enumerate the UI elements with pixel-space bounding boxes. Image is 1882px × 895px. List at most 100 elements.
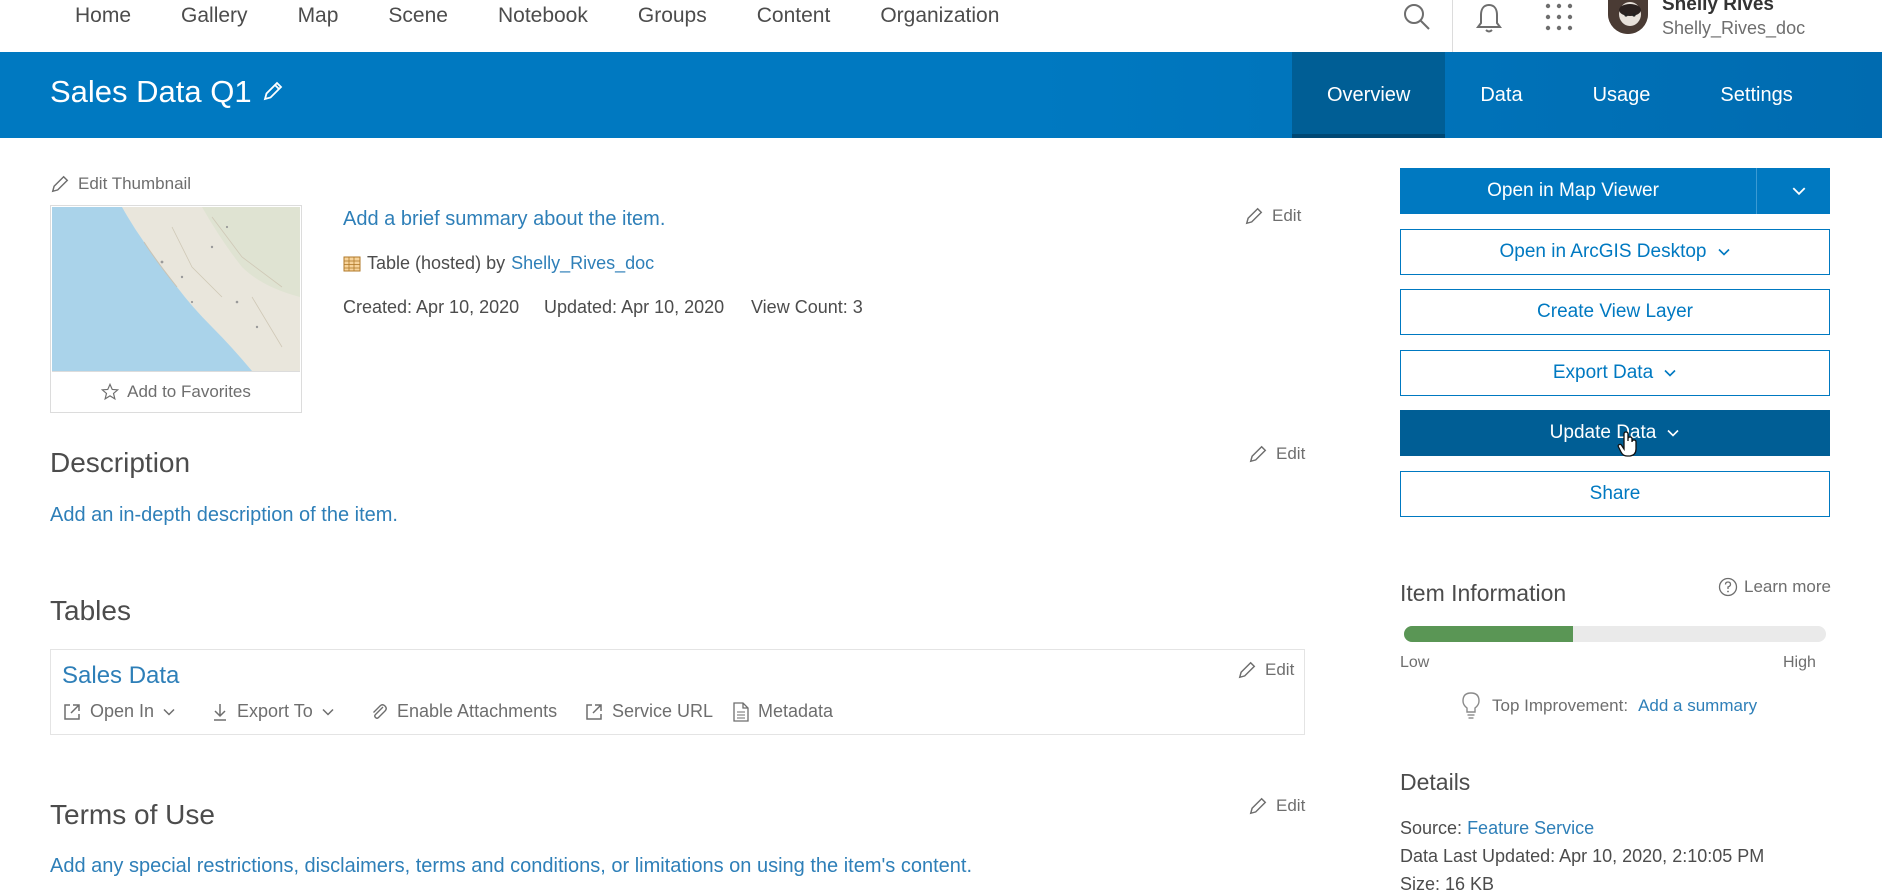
add-summary-link[interactable]: Add a summary — [1638, 696, 1757, 716]
edit-thumbnail-button[interactable]: Edit Thumbnail — [50, 174, 191, 194]
edit-thumbnail-label: Edit Thumbnail — [78, 174, 192, 193]
chevron-down-icon — [1717, 248, 1730, 256]
nav-scene[interactable]: Scene — [388, 0, 448, 34]
open-arcgis-desktop-label: Open in ArcGIS Desktop — [1499, 241, 1707, 262]
metadata-label: Metadata — [758, 701, 834, 721]
item-info-meter — [1404, 626, 1826, 642]
terms-link[interactable]: Add any special restrictions, disclaimer… — [50, 855, 972, 878]
nav-organization[interactable]: Organization — [880, 0, 999, 34]
source-link[interactable]: Feature Service — [1467, 818, 1594, 838]
app-launcher-icon[interactable] — [1544, 2, 1574, 37]
table-icon — [343, 256, 361, 271]
nav-groups[interactable]: Groups — [638, 0, 707, 34]
service-url-button[interactable]: Service URL — [584, 701, 713, 722]
edit-description-button[interactable]: Edit — [1248, 444, 1305, 464]
tab-usage[interactable]: Usage — [1558, 52, 1686, 138]
add-to-favorites-label: Add to Favorites — [127, 382, 251, 401]
export-to-dropdown[interactable]: Export To — [211, 701, 335, 722]
edit-terms-button[interactable]: Edit — [1248, 796, 1305, 816]
create-view-layer-label: Create View Layer — [1537, 301, 1693, 322]
edit-table-button[interactable]: Edit — [1237, 660, 1294, 680]
hand-cursor-icon — [1617, 431, 1639, 462]
export-data-button[interactable]: Export Data — [1400, 350, 1830, 396]
created-date: Created: Apr 10, 2020 — [343, 297, 520, 317]
search-icon[interactable] — [1402, 2, 1432, 37]
user-id[interactable]: Shelly_Rives_doc — [1662, 18, 1805, 39]
download-icon — [214, 703, 226, 721]
open-in-label: Open In — [90, 701, 155, 721]
edit-description-label: Edit — [1276, 444, 1306, 463]
chevron-down-icon — [163, 708, 175, 716]
nav-content[interactable]: Content — [757, 0, 831, 34]
launch-icon — [586, 703, 602, 720]
tab-data[interactable]: Data — [1445, 52, 1557, 138]
edit-table-label: Edit — [1265, 660, 1295, 679]
page-title: Sales Data Q1 — [50, 74, 252, 109]
map-viewer-dropdown-button[interactable] — [1767, 168, 1830, 214]
paperclip-icon — [373, 703, 387, 719]
star-icon — [101, 383, 120, 401]
updated-date: Updated: Apr 10, 2020 — [544, 297, 725, 317]
nav-home[interactable]: Home — [75, 0, 131, 34]
edit-summary-button[interactable]: Edit — [1244, 206, 1301, 226]
item-header: Sales Data Q1 Overview Data Usage Settin… — [0, 52, 1882, 138]
open-in-dropdown[interactable]: Open In — [62, 701, 176, 722]
tables-heading: Tables — [50, 595, 131, 626]
thumbnail-card: Add to Favorites — [50, 205, 302, 413]
top-improvement: Top Improvement: Add a summary — [1460, 691, 1757, 721]
avatar[interactable] — [1608, 0, 1648, 34]
pencil-icon — [1245, 207, 1263, 225]
table-card: Sales Data Edit Open In Export To Enable… — [50, 649, 1305, 735]
details-source: Source: Feature Service — [1400, 818, 1594, 839]
share-button[interactable]: Share — [1400, 471, 1830, 517]
split-divider — [1756, 168, 1758, 214]
add-to-favorites-button[interactable]: Add to Favorites — [52, 371, 300, 412]
nav-divider — [1452, 0, 1453, 52]
nav-notebook[interactable]: Notebook — [498, 0, 588, 34]
create-view-layer-button[interactable]: Create View Layer — [1400, 289, 1830, 335]
metadata-button[interactable]: Metadata — [732, 701, 833, 722]
launch-icon — [64, 703, 80, 720]
chevron-down-icon — [1667, 429, 1679, 437]
data-last-updated: Data Last Updated: Apr 10, 2020, 2:10:05… — [1400, 846, 1765, 866]
meter-high-label: High — [1783, 654, 1816, 671]
export-data-label: Export Data — [1552, 362, 1654, 383]
chevron-down-icon — [1792, 187, 1805, 196]
nav-links: Home Gallery Map Scene Notebook Groups C… — [50, 0, 1024, 34]
bell-icon[interactable] — [1474, 2, 1504, 39]
details-size: Size: 16 KB — [1400, 874, 1495, 894]
tab-overview[interactable]: Overview — [1292, 52, 1446, 138]
terms-heading: Terms of Use — [50, 799, 215, 830]
item-tabs: Overview Data Usage Settings — [1292, 52, 1828, 138]
pencil-icon — [1249, 797, 1267, 815]
owner-link[interactable]: Shelly_Rives_doc — [511, 253, 654, 274]
top-improvement-label: Top Improvement: — [1492, 696, 1629, 715]
top-navigation: Home Gallery Map Scene Notebook Groups C… — [0, 0, 1882, 53]
open-map-viewer-button[interactable]: Open in Map Viewer — [1400, 168, 1746, 214]
details-heading: Details — [1400, 769, 1471, 795]
learn-more-label: Learn more — [1744, 577, 1831, 596]
user-name[interactable]: Shelly Rives — [1662, 0, 1774, 16]
document-icon — [733, 701, 749, 722]
help-icon — [1718, 577, 1738, 597]
summary-link[interactable]: Add a brief summary about the item. — [343, 208, 665, 231]
thumbnail-image — [52, 207, 300, 371]
export-to-label: Export To — [237, 701, 313, 721]
description-link[interactable]: Add an in-depth description of the item. — [50, 504, 398, 527]
chevron-down-icon — [322, 708, 334, 716]
open-arcgis-desktop-button[interactable]: Open in ArcGIS Desktop — [1400, 229, 1830, 275]
item-info-meter-fill — [1404, 626, 1573, 642]
learn-more-link[interactable]: Learn more — [1718, 577, 1831, 597]
table-name-link[interactable]: Sales Data — [62, 662, 179, 690]
meter-low-label: Low — [1400, 654, 1430, 671]
pencil-icon — [1238, 661, 1256, 679]
source-label: Source: — [1400, 818, 1463, 838]
edit-title-icon[interactable] — [262, 80, 284, 107]
enable-attachments-button[interactable]: Enable Attachments — [369, 701, 557, 722]
update-data-button[interactable]: Update Data — [1400, 410, 1830, 456]
item-information-heading: Item Information — [1400, 580, 1567, 606]
tab-settings[interactable]: Settings — [1685, 52, 1827, 138]
nav-gallery[interactable]: Gallery — [181, 0, 248, 34]
nav-map[interactable]: Map — [298, 0, 339, 34]
item-type-label: Table (hosted) by — [367, 253, 506, 273]
